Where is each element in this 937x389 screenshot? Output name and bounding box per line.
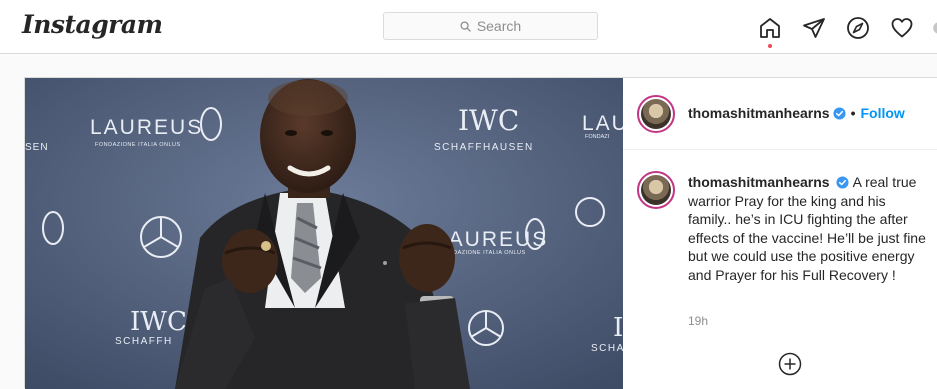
search-input[interactable]: Search bbox=[383, 12, 598, 40]
follow-button[interactable]: Follow bbox=[861, 105, 905, 121]
caption-text: A real true warrior Pray for the king an… bbox=[688, 174, 926, 283]
nav-icons bbox=[756, 14, 937, 48]
direct-send-icon[interactable] bbox=[800, 14, 828, 42]
backdrop-laureus-sub-1: FONDAZIONE ITALIA ONLUS bbox=[95, 142, 181, 148]
active-indicator-dot bbox=[768, 44, 772, 48]
instagram-logo[interactable]: Instagram bbox=[22, 10, 163, 39]
post-photo[interactable]: LAUREUS FONDAZIONE ITALIA ONLUS SEN IWC … bbox=[25, 78, 623, 389]
photo-illustration: LAUREUS FONDAZIONE ITALIA ONLUS SEN IWC … bbox=[25, 78, 623, 389]
post-timestamp[interactable]: 19h bbox=[688, 314, 708, 328]
backdrop-iwc-partial: I bbox=[613, 313, 623, 343]
caption-author-avatar[interactable] bbox=[637, 171, 675, 209]
search-icon bbox=[460, 20, 471, 32]
backdrop-schaffh: SCHAFFH bbox=[115, 336, 173, 347]
backdrop-iwc-1: IWC bbox=[458, 104, 519, 137]
post-caption: thomashitmanhearns A real true warrior P… bbox=[688, 173, 928, 284]
caption-author-username[interactable]: thomashitmanhearns bbox=[688, 174, 830, 190]
profile-avatar-partial[interactable] bbox=[932, 14, 937, 42]
backdrop-sen: SEN bbox=[25, 142, 49, 153]
author-avatar[interactable] bbox=[637, 95, 675, 133]
post-article: LAUREUS FONDAZIONE ITALIA ONLUS SEN IWC … bbox=[24, 77, 937, 389]
separator-dot: • bbox=[850, 105, 856, 121]
activity-heart-icon[interactable] bbox=[888, 14, 916, 42]
backdrop-laureus-1: LAUREUS bbox=[90, 116, 203, 139]
verified-badge-icon bbox=[836, 176, 850, 189]
add-comment-icon[interactable] bbox=[778, 352, 802, 381]
backdrop-laureus-partial: LAU bbox=[582, 112, 623, 135]
backdrop-iwc-2: IWC bbox=[130, 307, 187, 337]
author-username[interactable]: thomashitmanhearns bbox=[688, 105, 830, 121]
verified-badge-icon bbox=[833, 106, 846, 120]
backdrop-scha: SCHA bbox=[591, 343, 623, 354]
post-sidebar: thomashitmanhearns • Follow thomashitman… bbox=[623, 78, 937, 389]
top-navigation-bar: Instagram Search bbox=[0, 0, 937, 54]
backdrop-schaffhausen-1: SCHAFFHAUSEN bbox=[434, 142, 534, 153]
home-icon[interactable] bbox=[756, 14, 784, 48]
explore-compass-icon[interactable] bbox=[844, 14, 872, 42]
author-row: thomashitmanhearns • Follow bbox=[688, 105, 905, 121]
post-header: thomashitmanhearns • Follow bbox=[623, 78, 937, 150]
search-placeholder: Search bbox=[476, 18, 522, 34]
backdrop-fondazi: FONDAZI bbox=[585, 134, 610, 140]
